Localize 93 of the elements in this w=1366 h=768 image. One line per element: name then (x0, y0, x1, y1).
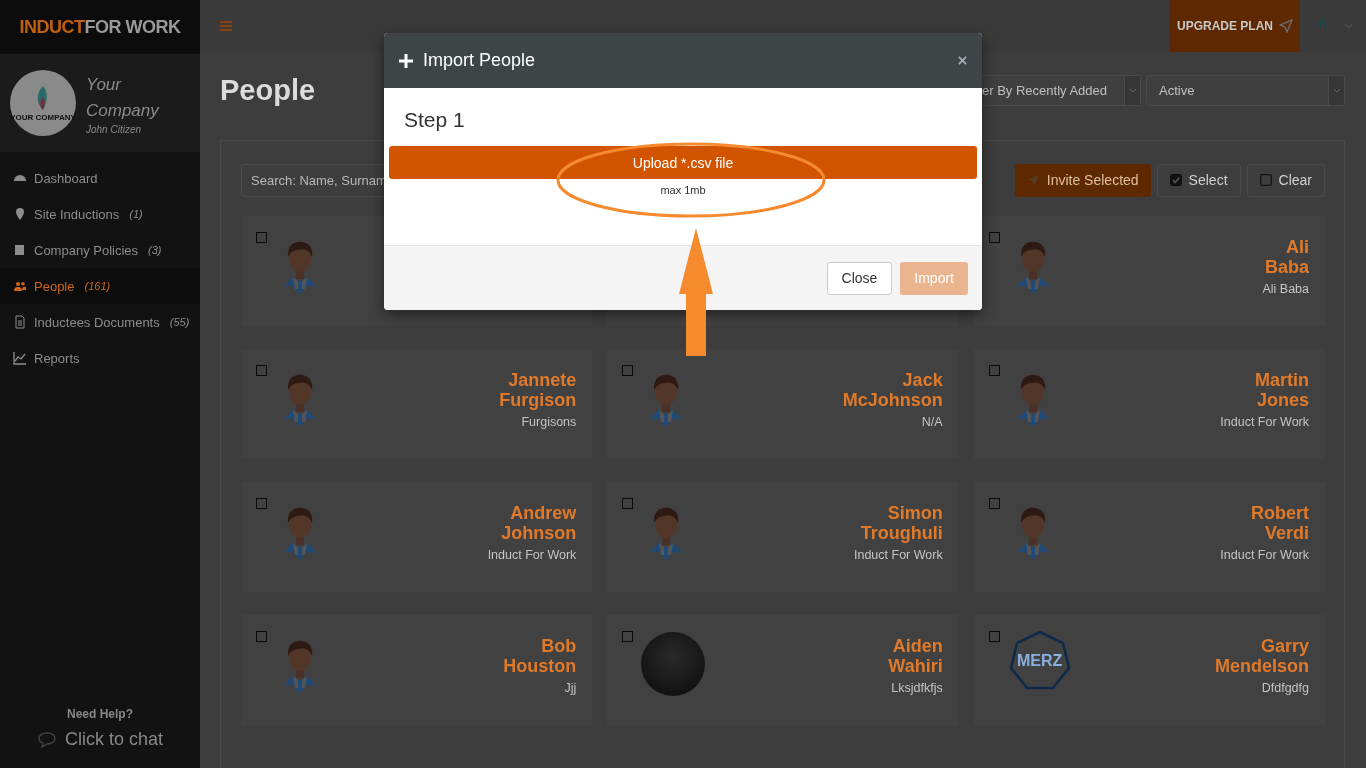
dialog-title: Import People (423, 50, 537, 71)
company-name: Induct For Work (853, 548, 943, 562)
company-name: Furgisons (521, 415, 577, 429)
first-name: Bob (541, 636, 577, 656)
person-card[interactable]: Andrew Johnson Induct For Work (241, 482, 593, 592)
checkbox[interactable] (988, 498, 1000, 509)
last-name: Troughuli (860, 523, 943, 543)
last-name: Johnson (501, 523, 577, 543)
caret-icon (1332, 87, 1341, 93)
checkbox[interactable] (256, 498, 267, 509)
people-icon (13, 279, 27, 293)
checkbox[interactable] (256, 232, 267, 243)
nav-count: (161) (84, 280, 111, 292)
clear-button[interactable]: Clear (1246, 163, 1325, 197)
upload-button[interactable]: Upload *.csv file (389, 146, 977, 179)
checkbox[interactable] (256, 631, 267, 642)
empty-box-icon (1259, 174, 1272, 186)
person-card[interactable]: Bob Houston Jjj (241, 615, 593, 725)
last-name: Furgison (499, 390, 577, 410)
last-name: Wahiri (888, 656, 943, 676)
caret-icon (1128, 87, 1137, 93)
paper-plane-icon (1026, 173, 1040, 187)
first-name: Jack (902, 370, 943, 390)
last-name: Baba (1265, 257, 1309, 277)
last-name: Houston (503, 656, 577, 676)
plus-icon (399, 53, 413, 68)
person-card[interactable]: Ali Baba Ali Baba (973, 216, 1325, 326)
checked-box-icon (1169, 174, 1182, 186)
company-name: Induct For Work (1220, 415, 1309, 429)
person-card[interactable]: Aiden Wahiri Lksjdfkfjs (607, 615, 959, 725)
person-card[interactable]: Martin Jones Induct For Work (973, 349, 1325, 459)
person-card[interactable]: Jack McJohnson N/A (607, 349, 959, 459)
user-name: John Citizen (86, 123, 143, 135)
company-name: Your Company (86, 73, 161, 122)
first-name: Garry (1260, 636, 1309, 656)
menu-icon[interactable] (220, 21, 232, 31)
checkbox[interactable] (622, 631, 634, 642)
page-title: People (220, 73, 316, 107)
checkbox[interactable] (622, 365, 634, 376)
help-title: Need Help? (67, 707, 133, 721)
nav-item[interactable]: Company Policies (3) (0, 232, 200, 268)
nav-count: (3) (148, 244, 162, 256)
paper-plane-icon (1279, 19, 1293, 33)
checkbox[interactable] (988, 232, 1000, 243)
company-name: N/A (921, 415, 943, 429)
last-name: McJohnson (842, 390, 943, 410)
first-name: Jannete (508, 370, 577, 390)
first-name: Simon (887, 503, 943, 523)
nav-item[interactable]: Reports (0, 340, 200, 376)
company-name: Induct For Work (487, 548, 577, 562)
caret-icon (1344, 23, 1353, 29)
invite-selected-button[interactable]: Invite Selected (1014, 163, 1151, 197)
app-logo[interactable]: INDUCTFOR WORK (19, 16, 181, 38)
first-name: Andrew (510, 503, 577, 523)
nav-count: (55) (169, 316, 190, 328)
nav-item[interactable]: Site Inductions (1) (0, 196, 200, 232)
upgrade-plan-button[interactable]: UPGRADE PLAN (1170, 0, 1300, 52)
close-button[interactable]: Close (826, 261, 893, 295)
company-name: Ali Baba (1262, 282, 1309, 296)
close-icon[interactable] (958, 56, 967, 65)
checkbox[interactable] (622, 498, 634, 509)
first-name: Aiden (892, 636, 943, 656)
last-name: Mendelson (1215, 656, 1309, 676)
nav-item[interactable]: Dashboard (0, 160, 200, 196)
first-name: Robert (1251, 503, 1309, 523)
person-card[interactable]: Simon Troughuli Induct For Work (607, 482, 959, 592)
checkbox[interactable] (988, 631, 1000, 642)
person-card[interactable]: Jannete Furgison Furgisons (241, 349, 593, 459)
last-name: Jones (1256, 390, 1309, 410)
nav-count: (1) (129, 208, 143, 220)
step-title: Step 1 (403, 108, 466, 132)
company-name: Lksjdfkfjs (891, 681, 943, 695)
company-name: Induct For Work (1220, 548, 1309, 562)
last-name: Verdi (1264, 523, 1309, 543)
nav-item[interactable]: Inductees Documents (55) (0, 304, 200, 340)
company-name: Jjj (564, 681, 577, 695)
nav-item[interactable]: People (161) (0, 268, 200, 304)
pin-icon (13, 207, 27, 221)
first-name: Ali (1286, 237, 1309, 257)
size-hint: max 1mb (660, 184, 706, 196)
company-name: Dfdfgdfg (1261, 681, 1309, 695)
person-card[interactable]: MERZ Garry Mendelson Dfdfgdfg (973, 615, 1325, 725)
checkbox[interactable] (256, 365, 267, 376)
checkbox[interactable] (988, 365, 1000, 376)
book-icon (13, 243, 27, 257)
select-button[interactable]: Select (1156, 163, 1241, 197)
document-icon (13, 315, 27, 329)
status-select[interactable]: Active (1146, 74, 1345, 106)
person-card[interactable]: Robert Verdi Induct For Work (973, 482, 1325, 592)
first-name: Martin (1255, 370, 1309, 390)
chart-icon (13, 351, 27, 365)
chat-link[interactable]: Click to chat (36, 729, 163, 750)
chat-bubble-icon (36, 730, 57, 749)
